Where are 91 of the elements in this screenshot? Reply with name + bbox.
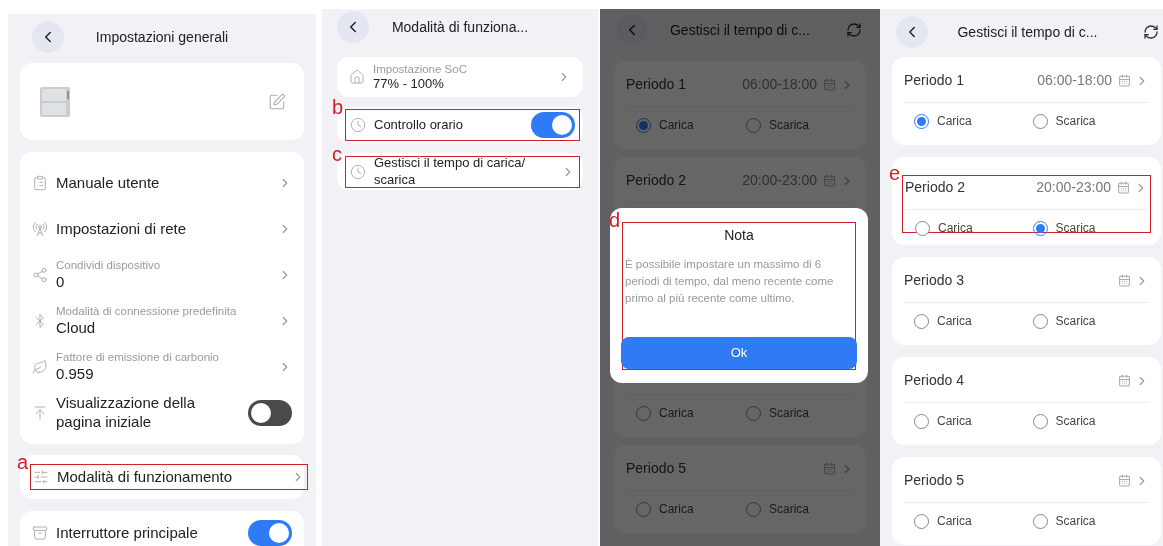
clipboard-icon bbox=[32, 175, 48, 191]
radio-button[interactable] bbox=[1032, 513, 1048, 529]
dialog-message: È possibile impostare un massimo di 6 periodi di tempo, dal meno recente come primo al più recente come ultimo. bbox=[624, 257, 835, 306]
menu-item[interactable]: Impostazioni di rete bbox=[56, 219, 270, 239]
back-button[interactable] bbox=[896, 16, 928, 48]
option-label: Scarica bbox=[769, 501, 809, 518]
calendar-icon[interactable] bbox=[1118, 274, 1131, 287]
toggle-switch[interactable] bbox=[248, 400, 292, 426]
screen-title: Gestisci il tempo di c... bbox=[669, 20, 810, 40]
share-icon bbox=[32, 267, 48, 283]
radio-button[interactable] bbox=[914, 513, 929, 529]
period-title: Periodo 5 bbox=[904, 471, 965, 490]
calendar-icon[interactable] bbox=[823, 462, 836, 475]
radio-button[interactable] bbox=[1032, 113, 1048, 129]
option-label: Scarica bbox=[1055, 513, 1096, 530]
setting-caption: Condividi dispositivo bbox=[56, 258, 162, 273]
option-label: Carica bbox=[659, 405, 694, 422]
setting-value[interactable]: 77% - 100% bbox=[373, 76, 549, 93]
annotation-letter: c bbox=[332, 143, 342, 164]
period-title: Periodo 2 bbox=[905, 178, 966, 197]
setting-caption: Fattore di emissione di carbonio bbox=[56, 350, 220, 365]
option-label: Carica bbox=[937, 313, 972, 330]
upload-icon bbox=[32, 405, 48, 421]
setting-label: Visualizzazione della pagina iniziale bbox=[56, 394, 196, 432]
option-label: Carica bbox=[659, 501, 694, 518]
setting-label: Controllo orario bbox=[374, 116, 464, 134]
setting-value[interactable]: 0.959 bbox=[56, 364, 270, 384]
radio-button[interactable] bbox=[746, 117, 761, 133]
option-label: Carica bbox=[937, 113, 972, 130]
screen-title: Impostazioni generali bbox=[95, 27, 229, 47]
clock-icon bbox=[350, 163, 366, 180]
option-label: Carica bbox=[659, 117, 694, 134]
period-time[interactable]: 20:00-23:00 bbox=[1036, 177, 1111, 198]
back-button[interactable] bbox=[616, 14, 648, 46]
radio-button[interactable] bbox=[1032, 313, 1048, 329]
option-label: Scarica bbox=[1055, 313, 1096, 330]
option-label: Scarica bbox=[1055, 413, 1096, 430]
period-title: Periodo 1 bbox=[626, 75, 687, 94]
house-icon bbox=[349, 69, 365, 85]
radio-button[interactable] bbox=[746, 501, 761, 517]
refresh-icon[interactable] bbox=[1143, 24, 1159, 40]
option-label: Scarica bbox=[1055, 220, 1096, 237]
option-label: Carica bbox=[937, 513, 972, 530]
annotation-letter: b bbox=[332, 97, 344, 117]
annotation-letter: a bbox=[17, 452, 29, 472]
calendar-icon[interactable] bbox=[1117, 181, 1130, 194]
leaf-icon bbox=[32, 359, 48, 375]
period-title: Periodo 4 bbox=[904, 371, 965, 390]
back-button[interactable] bbox=[32, 21, 64, 53]
calendar-icon[interactable] bbox=[1118, 374, 1131, 387]
radio-button[interactable] bbox=[1032, 413, 1048, 429]
toggle-switch[interactable] bbox=[248, 520, 292, 546]
ok-button[interactable]: Ok bbox=[621, 337, 857, 369]
calendar-icon[interactable] bbox=[823, 174, 836, 187]
period-time[interactable]: 06:00-18:00 bbox=[1037, 70, 1112, 91]
setting-value[interactable]: 0 bbox=[56, 272, 270, 292]
option-label: Scarica bbox=[1055, 113, 1096, 130]
setting-value[interactable]: Cloud bbox=[56, 318, 270, 338]
back-button[interactable] bbox=[337, 11, 369, 43]
calendar-icon[interactable] bbox=[1118, 74, 1131, 87]
setting-caption: Impostazione SoC bbox=[373, 61, 468, 77]
setting-caption: Modalità di connessione predefinita bbox=[56, 304, 238, 319]
edit-icon[interactable] bbox=[268, 92, 286, 111]
screen-title: Modalità di funziona... bbox=[391, 17, 529, 37]
annotation-letter: e bbox=[889, 163, 901, 183]
radio-button[interactable] bbox=[915, 220, 930, 236]
option-label: Carica bbox=[937, 413, 972, 430]
sliders-icon bbox=[33, 469, 49, 485]
dialog-title: Nota bbox=[723, 226, 755, 245]
box-icon bbox=[32, 525, 48, 541]
radio-button[interactable] bbox=[636, 405, 651, 421]
menu-item[interactable]: Manuale utente bbox=[56, 173, 270, 193]
option-label: Scarica bbox=[769, 117, 809, 134]
antenna-icon bbox=[32, 221, 48, 237]
option-label: Scarica bbox=[769, 405, 809, 422]
annotation-letter: d bbox=[609, 210, 621, 230]
period-title: Periodo 1 bbox=[904, 71, 965, 90]
screen-title: Gestisci il tempo di c... bbox=[957, 22, 1098, 42]
calendar-icon[interactable] bbox=[1118, 474, 1131, 487]
calendar-icon[interactable] bbox=[823, 78, 836, 91]
period-title: Periodo 5 bbox=[626, 459, 687, 478]
radio-button[interactable] bbox=[636, 501, 651, 517]
period-title: Periodo 3 bbox=[904, 271, 965, 290]
setting-label: Interruttore principale bbox=[56, 522, 199, 543]
period-title: Periodo 2 bbox=[626, 171, 687, 190]
clock-icon bbox=[350, 117, 366, 133]
radio-button[interactable] bbox=[914, 413, 929, 429]
radio-button[interactable] bbox=[746, 405, 761, 421]
radio-button[interactable] bbox=[914, 313, 929, 329]
toggle-switch[interactable] bbox=[531, 112, 575, 138]
option-label: Carica bbox=[938, 220, 973, 237]
